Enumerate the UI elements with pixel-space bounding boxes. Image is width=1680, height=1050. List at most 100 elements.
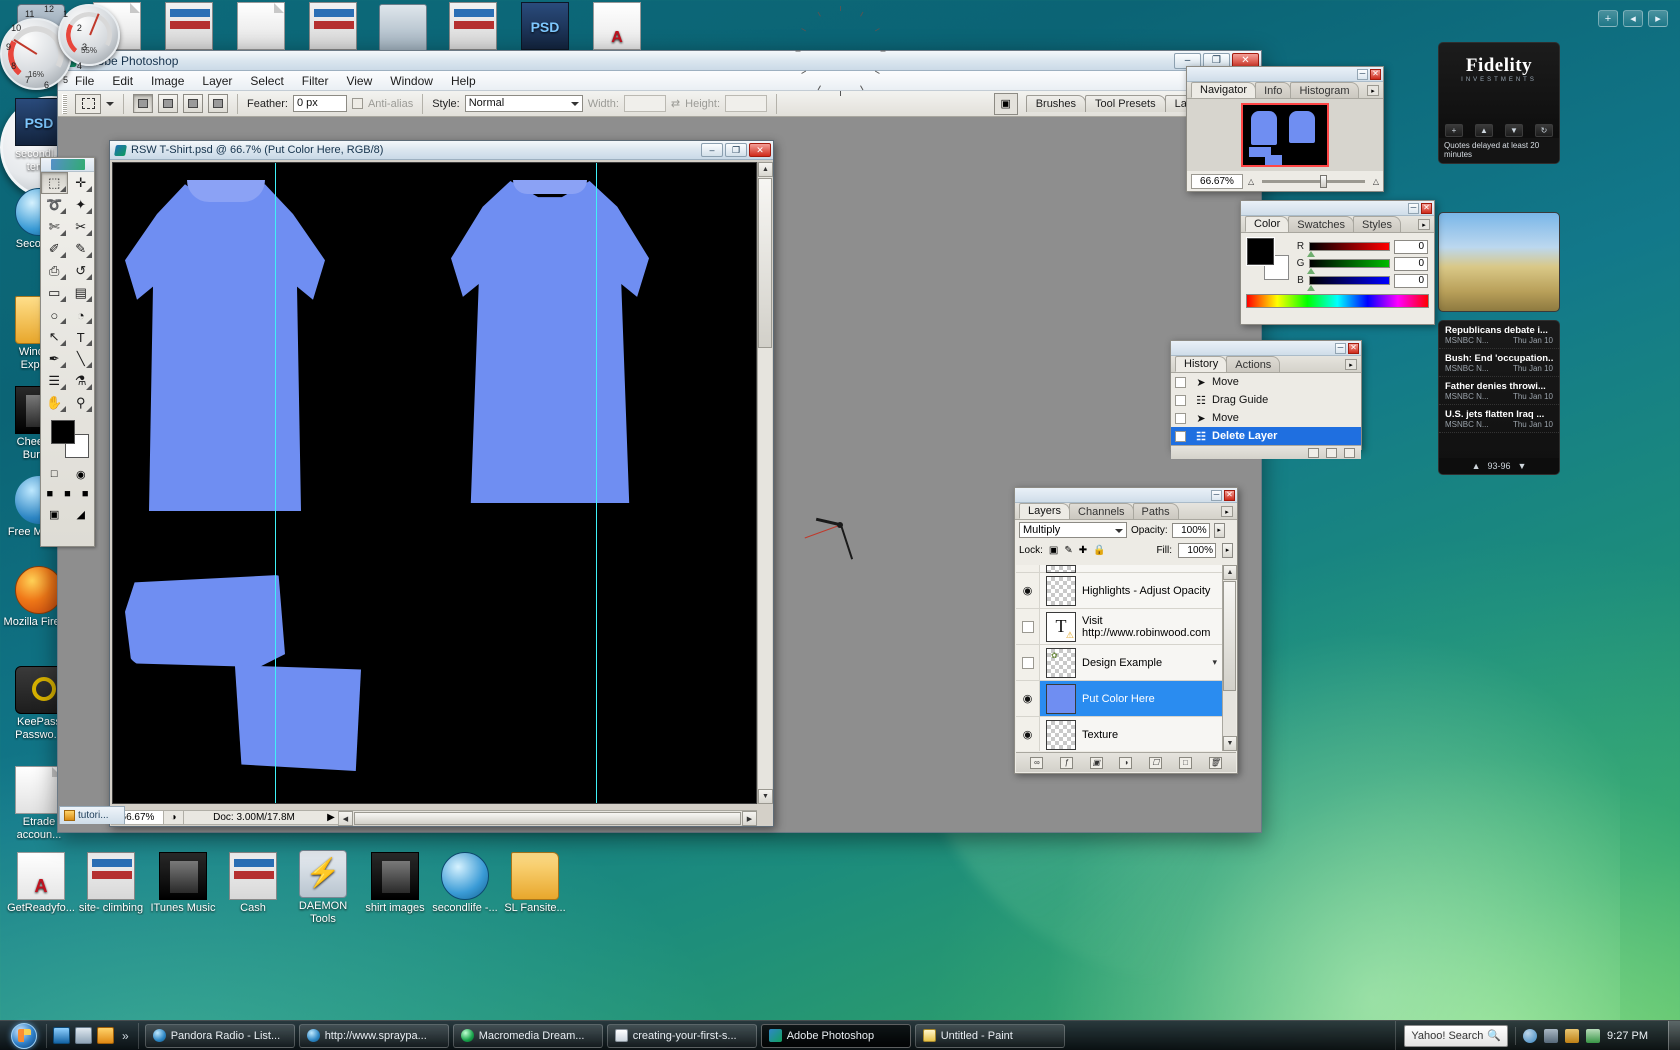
navigator-close-button[interactable]: ✕	[1370, 69, 1381, 80]
layer-visibility-toggle[interactable]	[1016, 565, 1040, 572]
history-tab-history[interactable]: History	[1175, 356, 1227, 372]
desktop-icon-20[interactable]: Cash	[216, 852, 290, 915]
menu-image[interactable]: Image	[142, 72, 193, 90]
desktop-icon-3[interactable]	[224, 2, 298, 52]
swap-dimensions-icon[interactable]: ⇄	[671, 97, 680, 110]
navigator-tab-navigator[interactable]: Navigator	[1191, 82, 1256, 98]
menu-file[interactable]: File	[66, 72, 103, 90]
delete-layer-icon[interactable]: 🗑	[1209, 757, 1222, 769]
menu-select[interactable]: Select	[241, 72, 292, 90]
switch-windows-icon[interactable]	[75, 1027, 92, 1044]
scroll-up-button[interactable]: ▲	[758, 162, 773, 177]
notes-tool-button[interactable]: ☰	[41, 370, 68, 392]
eraser-tool-button[interactable]: ▭	[41, 282, 68, 304]
eyedropper-tool-button[interactable]: ⚗	[68, 370, 95, 392]
feed-prev-icon[interactable]: ▲	[1472, 461, 1481, 471]
document-minimize-button[interactable]: –	[701, 143, 723, 157]
hand-tool-button[interactable]: ✋	[41, 392, 68, 414]
document-maximize-button[interactable]: ❐	[725, 143, 747, 157]
history-brush-tool-button[interactable]: ↺	[68, 260, 95, 282]
add-layer-mask-icon[interactable]: ▣	[1090, 757, 1103, 769]
layer-name[interactable]: Design Example	[1082, 657, 1212, 669]
scroll-right-button[interactable]: ▶	[742, 811, 757, 826]
create-document-from-state-icon[interactable]	[1308, 448, 1319, 458]
color-channel-knob[interactable]	[1307, 251, 1315, 257]
quick-mask-mode-button[interactable]: ◉	[68, 464, 95, 484]
menu-edit[interactable]: Edit	[103, 72, 142, 90]
tray-security-icon[interactable]	[1586, 1029, 1600, 1043]
toolbox-extra-button[interactable]: ◢	[68, 504, 95, 524]
status-menu-arrow-icon[interactable]: ▶	[324, 812, 338, 823]
healing-brush-tool-button[interactable]: ✐	[41, 238, 68, 260]
layer-thumbnail[interactable]	[1046, 720, 1076, 750]
color-tab-styles[interactable]: Styles	[1353, 216, 1401, 232]
history-snapshot-source-toggle[interactable]	[1171, 373, 1190, 391]
scroll-left-button[interactable]: ◀	[338, 811, 353, 826]
gadget-prev-button[interactable]: ◂	[1623, 10, 1643, 27]
navigator-minimize-button[interactable]: ─	[1357, 69, 1368, 80]
fidelity-button-3[interactable]: ↻	[1535, 124, 1553, 137]
document-horizontal-scrollbar[interactable]: ◀ ▶	[338, 810, 757, 825]
brush-tool-button[interactable]: ✎	[68, 238, 95, 260]
desktop-icon-18[interactable]: site- climbing	[74, 852, 148, 915]
desktop-icon-6[interactable]	[436, 2, 510, 52]
feed-item[interactable]: Bush: End 'occupation...MSNBC N...Thu Ja…	[1439, 349, 1559, 377]
link-layers-icon[interactable]: ∞	[1030, 757, 1043, 769]
active-tool-icon[interactable]	[75, 94, 101, 114]
desktop-icon-2[interactable]	[152, 2, 226, 52]
feed-item[interactable]: U.S. jets flatten Iraq ...MSNBC N...Thu …	[1439, 405, 1559, 433]
clone-stamp-tool-button[interactable]: ⎙	[41, 260, 68, 282]
layers-palette-titlebar[interactable]: ─ ✕	[1015, 488, 1237, 503]
taskbar-button[interactable]: Macromedia Dream...	[453, 1024, 603, 1048]
color-palette-menu-icon[interactable]: ▸	[1418, 219, 1430, 230]
navigator-zoom-value[interactable]: 66.67%	[1191, 174, 1243, 189]
fidelity-button-1[interactable]: ▲	[1475, 124, 1493, 137]
new-adjustment-layer-icon[interactable]: ◑	[1119, 757, 1132, 769]
media-player-icon[interactable]	[97, 1027, 114, 1044]
navigator-palette[interactable]: ─ ✕ NavigatorInfoHistogram▸ 66.67% △ △	[1186, 66, 1384, 192]
feed-item[interactable]: Father denies throwi...MSNBC N...Thu Jan…	[1439, 377, 1559, 405]
navigator-zoom-slider[interactable]	[1262, 180, 1365, 183]
vertical-guide-left[interactable]	[275, 163, 276, 803]
history-minimize-button[interactable]: ─	[1335, 343, 1346, 354]
color-tab-color[interactable]: Color	[1245, 216, 1289, 232]
palette-well-tab-tool-presets[interactable]: Tool Presets	[1085, 95, 1166, 112]
color-channel-slider[interactable]	[1309, 276, 1390, 285]
history-state-row[interactable]: ➤Move	[1171, 373, 1361, 391]
height-input[interactable]	[725, 95, 767, 112]
layer-name[interactable]: Put Color Here	[1082, 693, 1222, 705]
toolbox-header[interactable]	[41, 158, 94, 172]
feather-input[interactable]: 0 px	[293, 95, 347, 112]
move-tool-button[interactable]: ✛	[68, 172, 95, 194]
vertical-scroll-thumb[interactable]	[758, 178, 772, 348]
layer-name[interactable]: Visit http://www.robinwood.com	[1082, 615, 1222, 639]
history-state-row[interactable]: ☷Delete Layer	[1171, 427, 1361, 445]
add-to-selection-button[interactable]	[158, 94, 178, 113]
news-feed-gadget[interactable]: Republicans debate i...MSNBC N...Thu Jan…	[1438, 320, 1560, 475]
color-channel-value[interactable]: 0	[1394, 257, 1428, 271]
color-channel-value[interactable]: 0	[1394, 274, 1428, 288]
scroll-down-button[interactable]: ▼	[758, 789, 773, 804]
document-window[interactable]: RSW T-Shirt.psd @ 66.7% (Put Color Here,…	[109, 140, 774, 827]
color-channel-knob[interactable]	[1307, 285, 1315, 291]
layers-palette[interactable]: ─ ✕ LayersChannelsPaths▸ Multiply Opacit…	[1014, 487, 1238, 774]
layer-style-icon[interactable]: ƒ	[1060, 757, 1073, 769]
layers-palette-menu-icon[interactable]: ▸	[1221, 506, 1233, 517]
layer-visibility-toggle[interactable]	[1016, 609, 1040, 644]
taskbar-button[interactable]: Untitled - Paint	[915, 1024, 1065, 1048]
photoshop-toolbox[interactable]: ⬚✛➰✦✄✂✐✎⎙↺▭▤○◔↖T✒╲☰⚗✋⚲ □ ◉ ■ ■ ■ ▣ ◢	[40, 157, 95, 547]
layers-minimize-button[interactable]: ─	[1211, 490, 1222, 501]
blend-mode-select[interactable]: Multiply	[1019, 522, 1127, 538]
color-palette[interactable]: ─ ✕ ColorSwatchesStyles▸ R0G0B0	[1240, 200, 1435, 325]
fidelity-button-0[interactable]: +	[1445, 124, 1463, 137]
tool-preset-chevron-down-icon[interactable]	[106, 102, 114, 106]
color-channel-slider[interactable]	[1309, 242, 1390, 251]
color-channel-knob[interactable]	[1307, 268, 1315, 274]
layer-thumbnail[interactable]	[1046, 684, 1076, 714]
opacity-value[interactable]: 100%	[1172, 523, 1210, 538]
layers-tab-layers[interactable]: Layers	[1019, 503, 1070, 519]
desktop-icon-24[interactable]: SL Fansite...	[498, 852, 572, 915]
standard-screen-mode-button[interactable]: ■	[41, 484, 59, 504]
intersect-selection-button[interactable]	[208, 94, 228, 113]
navigator-tab-histogram[interactable]: Histogram	[1290, 82, 1358, 98]
